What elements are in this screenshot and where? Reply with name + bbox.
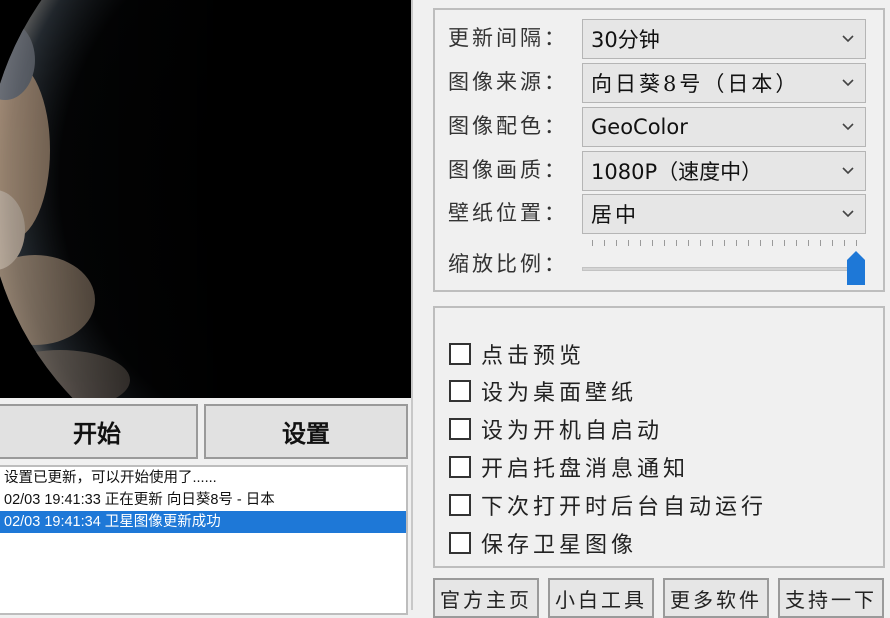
slider-tick <box>772 240 773 246</box>
slider-tick <box>604 240 605 246</box>
image-source-select[interactable]: 向日葵8号（日本） <box>582 63 866 103</box>
settings-button[interactable]: 设置 <box>204 404 408 459</box>
slider-tick <box>592 240 593 246</box>
zoom-slider-track[interactable] <box>582 267 864 271</box>
option-label: 设为桌面壁纸 <box>481 381 638 406</box>
log-line-selected[interactable]: 02/03 19:41:34 卫星图像更新成功 <box>0 511 406 533</box>
slider-tick <box>712 240 713 246</box>
slider-tick <box>748 240 749 246</box>
zoom-slider-thumb[interactable] <box>846 250 866 286</box>
chevron-down-icon <box>842 167 854 175</box>
option-row[interactable]: 保存卫星图像 <box>449 527 637 559</box>
more-software-button[interactable]: 更多软件 <box>663 578 769 618</box>
slider-tick <box>760 240 761 246</box>
slider-tick <box>688 240 689 246</box>
option-label: 保存卫星图像 <box>481 533 638 558</box>
checkbox[interactable] <box>449 343 471 365</box>
color-scheme-select[interactable]: GeoColor <box>582 107 866 147</box>
checkbox[interactable] <box>449 418 471 440</box>
option-row[interactable]: 点击预览 <box>449 338 585 370</box>
slider-tick <box>724 240 725 246</box>
slider-tick <box>832 240 833 246</box>
earth-preview-image <box>0 0 413 398</box>
slider-tick <box>616 240 617 246</box>
update-interval-label: 更新间隔： <box>448 26 568 50</box>
color-scheme-label: 图像配色： <box>448 114 568 138</box>
option-row[interactable]: 下次打开时后台自动运行 <box>449 489 767 521</box>
log-line[interactable]: 02/03 19:41:33 正在更新 向日葵8号 - 日本 <box>0 489 406 511</box>
image-quality-label: 图像画质： <box>448 158 568 182</box>
start-button[interactable]: 开始 <box>0 404 198 459</box>
slider-tick <box>784 240 785 246</box>
option-row[interactable]: 设为桌面壁纸 <box>449 375 637 407</box>
log-line[interactable]: 设置已更新，可以开始使用了...... <box>0 467 406 489</box>
update-interval-select[interactable]: 30分钟 <box>582 19 866 59</box>
color-scheme-value: GeoColor <box>591 115 688 139</box>
checkbox[interactable] <box>449 494 471 516</box>
option-row[interactable]: 设为开机自启动 <box>449 413 663 445</box>
slider-tick <box>844 240 845 246</box>
checkbox[interactable] <box>449 380 471 402</box>
image-quality-select[interactable]: 1080P（速度中） <box>582 151 866 191</box>
chevron-down-icon <box>842 123 854 131</box>
image-source-value: 向日葵8号（日本） <box>591 72 800 96</box>
option-row[interactable]: 开启托盘消息通知 <box>449 451 689 483</box>
chevron-down-icon <box>842 210 854 218</box>
chevron-down-icon <box>842 35 854 43</box>
slider-tick <box>676 240 677 246</box>
support-button[interactable]: 支持一下 <box>778 578 884 618</box>
earth-crescent-icon <box>0 0 413 398</box>
option-label: 下次打开时后台自动运行 <box>481 495 768 520</box>
checkbox[interactable] <box>449 532 471 554</box>
slider-tick <box>664 240 665 246</box>
slider-tick <box>700 240 701 246</box>
wallpaper-position-label: 壁纸位置： <box>448 201 568 225</box>
chevron-down-icon <box>842 79 854 87</box>
checkbox[interactable] <box>449 456 471 478</box>
slider-tick <box>652 240 653 246</box>
option-label: 开启托盘消息通知 <box>481 457 690 482</box>
image-source-label: 图像来源： <box>448 70 568 94</box>
zoom-label: 缩放比例： <box>448 252 568 276</box>
wallpaper-position-value: 居中 <box>591 203 639 227</box>
option-label: 点击预览 <box>481 344 586 369</box>
pane-divider <box>411 0 413 610</box>
homepage-button[interactable]: 官方主页 <box>433 578 539 618</box>
image-quality-value: 1080P（速度中） <box>591 160 763 184</box>
log-list[interactable]: 设置已更新，可以开始使用了...... 02/03 19:41:33 正在更新 … <box>0 465 408 615</box>
slider-tick <box>820 240 821 246</box>
slider-tick <box>640 240 641 246</box>
wallpaper-position-select[interactable]: 居中 <box>582 194 866 234</box>
slider-tick <box>736 240 737 246</box>
option-label: 设为开机自启动 <box>481 419 664 444</box>
update-interval-value: 30分钟 <box>591 28 660 52</box>
tools-button[interactable]: 小白工具 <box>548 578 654 618</box>
slider-tick <box>856 240 857 246</box>
slider-tick <box>808 240 809 246</box>
slider-tick <box>796 240 797 246</box>
slider-tick <box>628 240 629 246</box>
